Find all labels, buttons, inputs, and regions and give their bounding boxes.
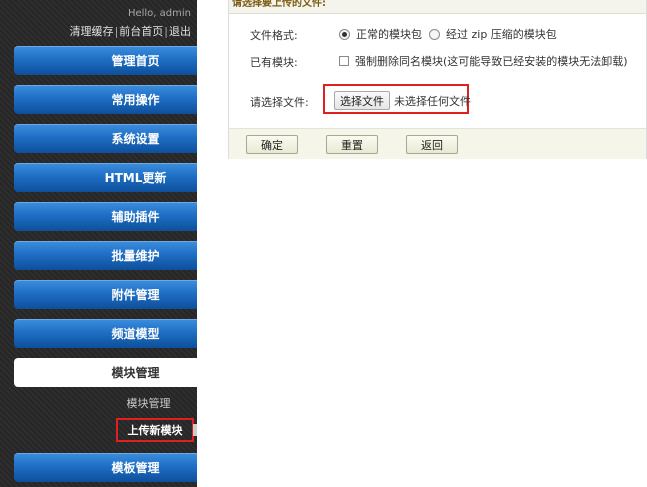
action-bar: 确定 重置 返回 <box>229 128 646 159</box>
top-links: 清理缓存|前台首页|退出 <box>70 23 191 39</box>
separator: | <box>164 25 168 38</box>
greeting: Hello, admin <box>127 8 191 19</box>
nav-attachments-button[interactable]: 附件管理 <box>14 280 197 309</box>
nav-common-ops-button[interactable]: 常用操作 <box>14 85 197 114</box>
file-status-text: 未选择任何文件 <box>394 95 471 108</box>
force-delete-option[interactable]: 强制删除同名模块(这可能导致已经安装的模块无法卸载) <box>339 53 628 69</box>
format-option-normal[interactable]: 正常的模块包 <box>339 26 422 42</box>
nav-plugins-button[interactable]: 辅助插件 <box>14 202 197 231</box>
sub-item-upload-module[interactable]: 上传新模块 <box>116 418 194 442</box>
logout-link[interactable]: 退出 <box>169 25 191 38</box>
nav-html-update-button[interactable]: HTML更新 <box>14 163 197 192</box>
current-indicator <box>193 424 197 436</box>
frontend-home-link[interactable]: 前台首页 <box>119 25 163 38</box>
format-option-normal-label: 正常的模块包 <box>356 28 422 41</box>
existing-label: 已有模块: <box>250 56 298 69</box>
choose-file-button[interactable]: 选择文件 <box>334 91 390 110</box>
force-delete-label: 强制删除同名模块(这可能导致已经安装的模块无法卸载) <box>355 55 628 68</box>
nav-system-settings-button[interactable]: 系统设置 <box>14 124 197 153</box>
nav-channel-model-button[interactable]: 频道模型 <box>14 319 197 348</box>
reset-button[interactable]: 重置 <box>326 135 378 154</box>
panel-title: 请选择要上传的文件: <box>229 0 646 14</box>
upload-form-panel: 请选择要上传的文件: 文件格式: 正常的模块包 经过 zip 压缩的模块包 已有… <box>228 0 647 159</box>
nav-batch-maintenance-button[interactable]: 批量维护 <box>14 241 197 270</box>
file-label: 请选择文件: <box>250 96 309 109</box>
nav-template-manage-button[interactable]: 模板管理 <box>14 453 197 482</box>
confirm-button[interactable]: 确定 <box>246 135 298 154</box>
separator: | <box>114 25 119 38</box>
clear-cache-link[interactable]: 清理缓存 <box>70 25 114 38</box>
sidebar: Hello, admin 清理缓存|前台首页|退出 管理首页 常用操作 系统设置… <box>0 0 197 487</box>
radio-icon[interactable] <box>339 28 350 40</box>
radio-icon[interactable] <box>429 28 440 40</box>
sub-item-module-manage[interactable]: 模块管理 <box>100 395 197 411</box>
format-option-zip-label: 经过 zip 压缩的模块包 <box>446 28 557 41</box>
nav-admin-home-button[interactable]: 管理首页 <box>14 46 197 75</box>
back-button[interactable]: 返回 <box>406 135 458 154</box>
checkbox-icon[interactable] <box>339 56 349 66</box>
nav-module-manage-button[interactable]: 模块管理 <box>14 358 197 387</box>
format-label: 文件格式: <box>250 29 298 42</box>
format-option-zip[interactable]: 经过 zip 压缩的模块包 <box>429 26 557 42</box>
